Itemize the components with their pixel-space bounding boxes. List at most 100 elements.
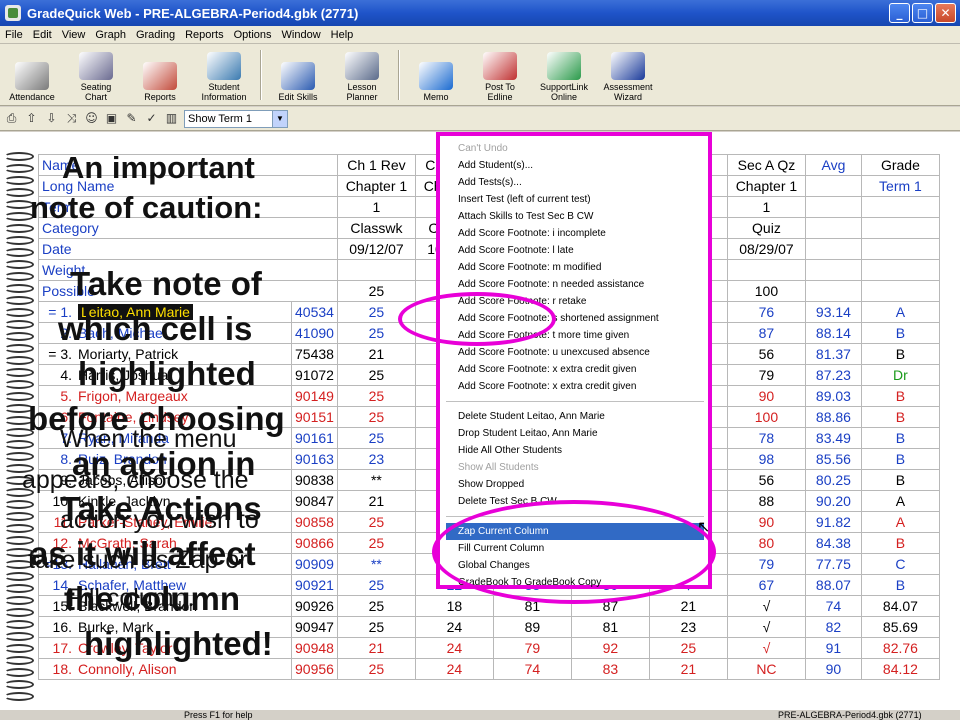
header-cell[interactable]: Grade bbox=[860, 154, 940, 176]
menu-item-grading[interactable]: Grading bbox=[131, 29, 180, 41]
header-cell[interactable] bbox=[726, 259, 806, 281]
menu-item-file[interactable]: File bbox=[0, 29, 28, 41]
header-cell[interactable]: Chapter 1 bbox=[336, 175, 416, 197]
score-cell[interactable]: 25 bbox=[336, 532, 416, 554]
header-cell[interactable]: Sec A Qz bbox=[726, 154, 806, 176]
score-cell[interactable]: 84.12 bbox=[860, 658, 940, 680]
header-cell[interactable]: Term 1 bbox=[860, 175, 940, 197]
toolbar-button-memo[interactable]: Memo bbox=[404, 45, 468, 105]
chevron-down-icon[interactable]: ▼ bbox=[272, 110, 287, 127]
header-cell[interactable] bbox=[804, 238, 862, 260]
score-cell[interactable]: 80.25 bbox=[804, 469, 862, 491]
score-cell[interactable]: 91 bbox=[804, 637, 862, 659]
context-menu-item[interactable]: Add Score Footnote: x extra credit given bbox=[446, 378, 704, 395]
score-cell[interactable]: 18 bbox=[414, 595, 494, 617]
score-cell[interactable]: ** bbox=[336, 469, 416, 491]
score-cell[interactable]: B bbox=[860, 427, 940, 449]
context-menu-item[interactable]: Show All Students bbox=[446, 459, 704, 476]
toolbar-button-lesson[interactable]: Lesson Planner bbox=[330, 45, 394, 105]
score-cell[interactable]: 79 bbox=[726, 553, 806, 575]
score-cell[interactable]: 90.20 bbox=[804, 490, 862, 512]
minimize-button[interactable]: _ bbox=[889, 3, 910, 23]
context-menu-item[interactable]: Add Score Footnote: u unexcused absence bbox=[446, 344, 704, 361]
toolbar-button-student[interactable]: Student Information bbox=[192, 45, 256, 105]
context-menu-item[interactable]: Add Score Footnote: i incomplete bbox=[446, 225, 704, 242]
close-button[interactable]: ✕ bbox=[935, 3, 956, 23]
score-cell[interactable]: 100 bbox=[726, 406, 806, 428]
header-cell[interactable]: Chapter 1 bbox=[726, 175, 806, 197]
score-cell[interactable]: ** bbox=[336, 553, 416, 575]
score-cell[interactable]: 81 bbox=[570, 616, 650, 638]
score-cell[interactable]: B bbox=[860, 322, 940, 344]
score-cell[interactable]: B bbox=[860, 532, 940, 554]
score-cell[interactable]: 85.69 bbox=[860, 616, 940, 638]
score-cell[interactable]: 74 bbox=[804, 595, 862, 617]
context-menu-item[interactable]: Add Score Footnote: m modified bbox=[446, 259, 704, 276]
student-id-cell[interactable]: 90163 bbox=[291, 448, 338, 470]
student-id-cell[interactable]: 90947 bbox=[291, 616, 338, 638]
header-cell[interactable]: Avg bbox=[804, 154, 862, 176]
score-cell[interactable]: 88.14 bbox=[804, 322, 862, 344]
score-cell[interactable]: 84.07 bbox=[860, 595, 940, 617]
score-cell[interactable]: 93.14 bbox=[804, 301, 862, 323]
header-cell[interactable]: 1 bbox=[726, 196, 806, 218]
score-cell[interactable]: 25 bbox=[336, 616, 416, 638]
score-cell[interactable]: 21 bbox=[336, 637, 416, 659]
student-id-cell[interactable]: 90909 bbox=[291, 553, 338, 575]
student-id-cell[interactable]: 90847 bbox=[291, 490, 338, 512]
score-cell[interactable]: 76 bbox=[726, 301, 806, 323]
picture-icon[interactable]: ▣ bbox=[104, 111, 119, 126]
score-cell[interactable]: 25 bbox=[336, 574, 416, 596]
students-icon[interactable]: ☺ bbox=[84, 111, 99, 126]
score-cell[interactable]: 24 bbox=[414, 616, 494, 638]
score-cell[interactable]: 25 bbox=[336, 406, 416, 428]
context-menu-item[interactable]: Drop Student Leitao, Ann Marie bbox=[446, 425, 704, 442]
score-cell[interactable]: 83.49 bbox=[804, 427, 862, 449]
score-cell[interactable]: 25 bbox=[336, 364, 416, 386]
score-cell[interactable]: Dr bbox=[860, 364, 940, 386]
header-cell[interactable]: 08/29/07 bbox=[726, 238, 806, 260]
menu-item-help[interactable]: Help bbox=[326, 29, 359, 41]
toolbar-button-reports[interactable]: Reports bbox=[128, 45, 192, 105]
header-cell[interactable] bbox=[336, 259, 416, 281]
header-cell[interactable] bbox=[860, 259, 940, 281]
score-cell[interactable]: 90 bbox=[726, 511, 806, 533]
student-id-cell[interactable]: 75438 bbox=[291, 343, 338, 365]
score-cell[interactable]: 23 bbox=[648, 616, 728, 638]
score-cell[interactable]: 81.37 bbox=[804, 343, 862, 365]
context-menu-item[interactable]: Insert Test (left of current test) bbox=[446, 191, 704, 208]
score-cell[interactable]: 21 bbox=[336, 490, 416, 512]
score-cell[interactable]: 87.23 bbox=[804, 364, 862, 386]
chart-icon[interactable]: ▥ bbox=[164, 111, 179, 126]
header-cell[interactable] bbox=[860, 217, 940, 239]
score-cell[interactable]: A bbox=[860, 511, 940, 533]
print-icon[interactable]: ⎙ bbox=[4, 111, 19, 126]
score-cell[interactable]: B bbox=[860, 343, 940, 365]
score-cell[interactable]: B bbox=[860, 385, 940, 407]
score-cell[interactable]: 74 bbox=[492, 658, 572, 680]
score-cell[interactable]: 24 bbox=[414, 637, 494, 659]
header-cell[interactable] bbox=[860, 280, 940, 302]
score-cell[interactable]: 87 bbox=[726, 322, 806, 344]
score-cell[interactable]: 77.75 bbox=[804, 553, 862, 575]
context-menu-item[interactable]: Add Score Footnote: x extra credit given bbox=[446, 361, 704, 378]
score-cell[interactable]: 84.38 bbox=[804, 532, 862, 554]
header-cell[interactable]: Quiz bbox=[726, 217, 806, 239]
score-cell[interactable]: 82.76 bbox=[860, 637, 940, 659]
student-id-cell[interactable]: 41090 bbox=[291, 322, 338, 344]
score-cell[interactable]: 23 bbox=[336, 448, 416, 470]
header-cell[interactable] bbox=[804, 217, 862, 239]
score-cell[interactable]: B bbox=[860, 574, 940, 596]
student-id-cell[interactable]: 90926 bbox=[291, 595, 338, 617]
score-cell[interactable]: 90 bbox=[726, 385, 806, 407]
header-cell[interactable]: Classwk bbox=[336, 217, 416, 239]
menu-item-options[interactable]: Options bbox=[229, 29, 277, 41]
score-cell[interactable]: 88.07 bbox=[804, 574, 862, 596]
toolbar-button-supportlink[interactable]: SupportLink Online bbox=[532, 45, 596, 105]
header-cell[interactable] bbox=[804, 175, 862, 197]
context-menu-item[interactable]: Add Tests(s)... bbox=[446, 174, 704, 191]
score-cell[interactable]: 88 bbox=[726, 490, 806, 512]
context-menu-item[interactable]: Hide All Other Students bbox=[446, 442, 704, 459]
score-cell[interactable]: 80 bbox=[726, 532, 806, 554]
move-down-icon[interactable]: ⇩ bbox=[44, 111, 59, 126]
